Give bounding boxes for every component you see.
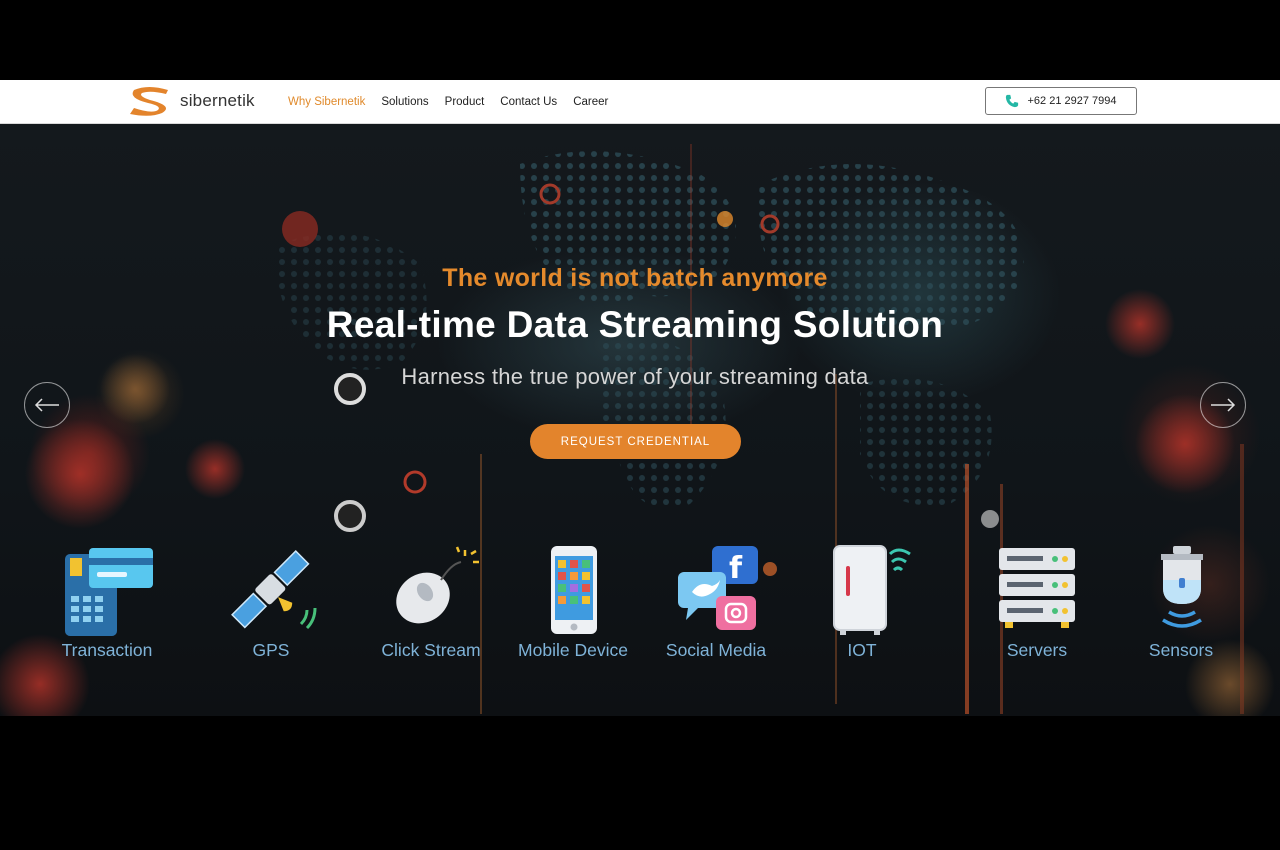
source-label: Click Stream [381,640,481,660]
brand-logo[interactable]: sibernetik [128,84,255,118]
social-media-icon: f [678,546,758,630]
nav-solutions[interactable]: Solutions [381,96,428,108]
source-sensors[interactable]: Sensors [1106,544,1256,661]
transaction-icon [65,548,153,636]
nav-product[interactable]: Product [445,96,485,108]
hero-tagline: The world is not batch anymore [442,264,828,292]
source-click-stream[interactable]: Click Stream [356,544,506,661]
phone-button[interactable]: +62 21 2927 7994 [985,87,1137,115]
server-rack-icon [999,548,1075,628]
source-transaction[interactable]: Transaction [32,544,182,661]
source-social-media[interactable]: f Social Media [641,544,791,661]
source-servers[interactable]: Servers [962,544,1112,661]
nav-contact-us[interactable]: Contact Us [500,96,557,108]
satellite-icon [231,550,317,630]
arrow-left-icon [34,398,59,412]
mouse-icon [396,546,479,624]
logo-s-icon [130,87,168,116]
nav-career[interactable]: Career [573,96,608,108]
source-label: Servers [1006,640,1068,660]
fridge-wifi-icon [833,545,911,635]
navbar: sibernetik Why Sibernetik Solutions Prod… [0,80,1280,124]
hero-headline: Real-time Data Streaming Solution [326,304,944,345]
smartphone-icon [551,546,597,634]
source-mobile-device[interactable]: Mobile Device [498,544,648,661]
source-label: Sensors [1148,640,1214,660]
slider-next-button[interactable] [1200,382,1246,428]
phone-icon [1006,94,1019,108]
source-label: IOT [847,640,877,660]
primary-nav: Why Sibernetik Solutions Product Contact… [288,80,624,123]
arrow-right-icon [1211,398,1236,412]
source-label: GPS [252,640,290,660]
source-gps[interactable]: GPS [196,544,346,661]
phone-number: +62 21 2927 7994 [1027,95,1117,107]
sensor-icon [1161,546,1203,628]
hero-slider: The world is not batch anymore Real-time… [0,124,1280,716]
nav-why-sibernetik[interactable]: Why Sibernetik [288,96,365,108]
hero-subline: Harness the true power of your streaming… [401,364,869,389]
request-credential-button[interactable]: REQUEST CREDENTIAL [530,424,741,459]
svg-text:f: f [729,551,743,586]
brand-name: sibernetik [180,91,255,110]
data-sources-row: Transaction GPS Click Stream Mobile Devi… [0,544,1280,664]
source-label: Mobile Device [518,640,628,660]
source-label: Social Media [665,640,767,660]
source-label: Transaction [61,640,153,660]
slider-prev-button[interactable] [24,382,70,428]
source-iot[interactable]: IOT [787,544,937,661]
letterbox-top [0,0,1280,80]
letterbox-bottom [0,716,1280,850]
